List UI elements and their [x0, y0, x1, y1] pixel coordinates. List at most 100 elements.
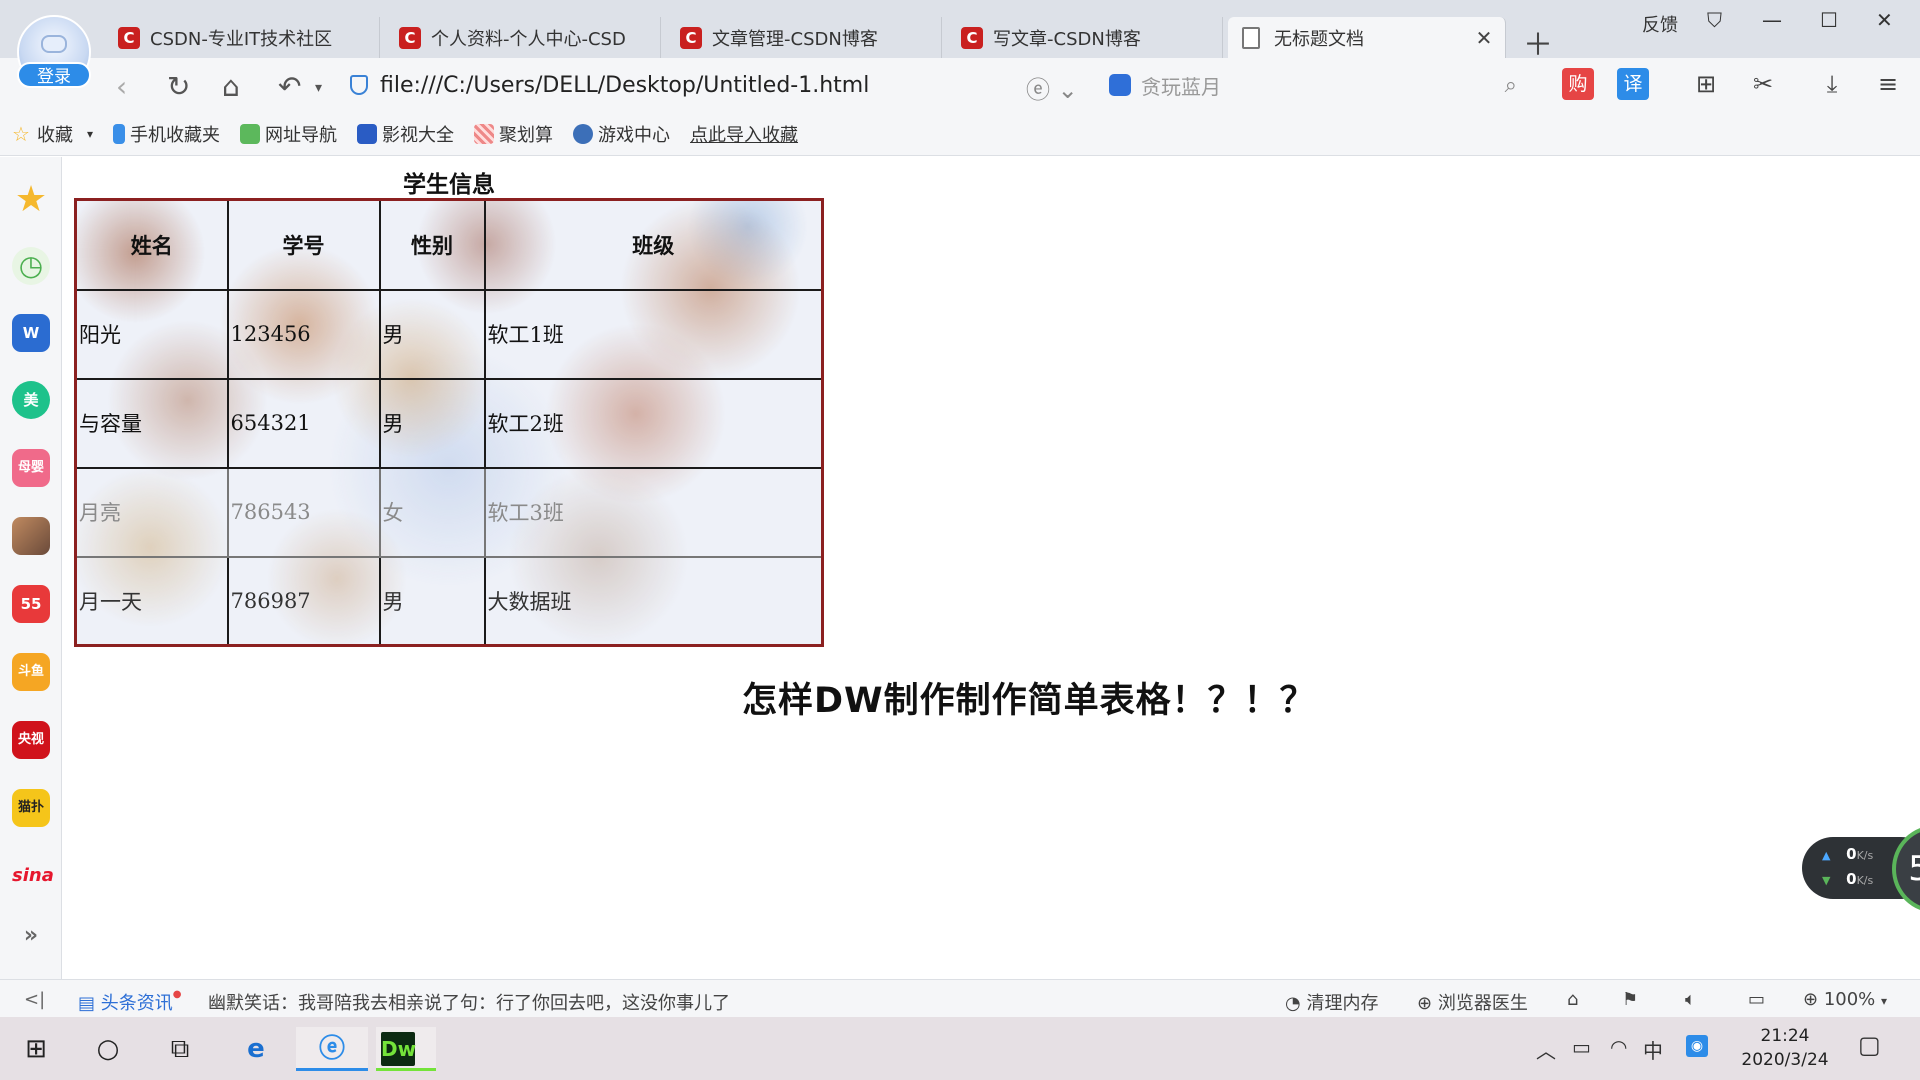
maopu-icon[interactable]: 猫扑: [12, 789, 50, 827]
table-row: 阳光 123456 男 软工1班: [74, 288, 824, 380]
network-speed-widget[interactable]: ▲ 0K/s ▼ 0K/s 56%: [1802, 825, 1920, 917]
zoom-icon: ⊕: [1803, 989, 1819, 1010]
expand-sidebar-icon[interactable]: »: [12, 917, 50, 955]
minimize-button[interactable]: —: [1762, 8, 1782, 32]
tab-untitled-document[interactable]: 无标题文档 ✕: [1228, 17, 1506, 58]
clear-memory-label: 清理内存: [1306, 993, 1379, 1014]
phone-icon: [113, 123, 126, 144]
sound-icon[interactable]: 🔈︎: [1685, 989, 1696, 1010]
search-placeholder: 贪玩蓝月: [1141, 74, 1221, 99]
news-feed[interactable]: ▤ 头条资讯●: [78, 989, 181, 1015]
news-headline[interactable]: 幽默笑话：我哥陪我去相亲说了句：行了你回去吧，这没你事儿了: [208, 989, 730, 1015]
task-view-icon[interactable]: ⧉: [158, 1027, 202, 1071]
dreamweaver-taskbar-button[interactable]: Dw: [376, 1027, 436, 1071]
table-header-row: 姓名 学号 性别 班级: [74, 198, 824, 291]
cctv-icon[interactable]: 央视: [12, 721, 50, 759]
login-button[interactable]: 登录: [17, 62, 91, 88]
screenshot-scissors-icon[interactable]: ✂: [1747, 68, 1779, 100]
browser-doctor-button[interactable]: ⊕ 浏览器医生: [1417, 989, 1528, 1015]
star-icon: ☆: [12, 121, 30, 146]
film-icon: [357, 123, 378, 144]
cell-gender: 男: [378, 555, 486, 647]
clear-memory-button[interactable]: ◔ 清理内存: [1285, 989, 1378, 1015]
bookmark-video[interactable]: 影视大全: [357, 121, 454, 147]
close-window-button[interactable]: ✕: [1876, 8, 1893, 32]
refresh-icon[interactable]: ↻: [167, 70, 190, 103]
csdn-icon: C: [399, 26, 421, 49]
collapse-sidebar-icon[interactable]: <|: [24, 989, 45, 1010]
windows-start-icon[interactable]: ⊞: [14, 1027, 58, 1071]
upload-speed: ▲ 0K/s: [1822, 845, 1873, 863]
download-icon[interactable]: ⤓: [1816, 68, 1848, 100]
chevron-down-icon[interactable]: ▾: [87, 127, 93, 141]
back-icon[interactable]: ‹: [116, 70, 127, 103]
document-icon: [1242, 26, 1260, 49]
dreamweaver-icon: Dw: [381, 1032, 416, 1066]
bookmark-label: 聚划算: [499, 124, 554, 146]
translate-icon[interactable]: 译: [1617, 68, 1649, 100]
battery-icon[interactable]: ▭: [1572, 1035, 1591, 1059]
cortana-search-icon[interactable]: ○: [86, 1027, 130, 1071]
tab-csdn-home[interactable]: C CSDN-专业IT技术社区: [104, 17, 380, 58]
feedback-button[interactable]: 反馈: [1642, 11, 1678, 37]
tab-article-manage[interactable]: C 文章管理-CSDN博客: [666, 17, 942, 58]
table-caption: 学生信息: [403, 171, 495, 198]
game-avatar-icon[interactable]: [12, 517, 50, 555]
bookmark-favorites[interactable]: ☆ 收藏 ▾: [12, 121, 93, 147]
windows-taskbar: ⊞ ○ ⧉ e ⓔ Dw ︿ ▭ ◠ 中 ◉ 21:24 2020/3/24 ▢: [0, 1017, 1920, 1080]
bookmark-nav[interactable]: 网址导航: [240, 121, 337, 147]
bookmark-game[interactable]: 游戏中心: [573, 121, 670, 147]
skin-icon[interactable]: ⛉: [1707, 8, 1722, 32]
doctor-icon: ⊕: [1417, 993, 1433, 1014]
tray-expand-icon[interactable]: ︿: [1536, 1035, 1556, 1064]
csdn-icon: C: [118, 26, 140, 49]
game-icon: [573, 123, 594, 144]
undo-dropdown-icon[interactable]: ▾: [315, 80, 322, 96]
notification-center-icon[interactable]: ▢: [1858, 1031, 1881, 1059]
cell-name: 阳光: [74, 288, 229, 380]
ie-compat-icon[interactable]: ⓔ ⌄: [1026, 70, 1078, 105]
sina-icon[interactable]: sina: [12, 857, 54, 895]
memory-percent: 56: [1908, 849, 1920, 889]
tab-bar: C CSDN-专业IT技术社区 C 个人资料-个人中心-CSD C 文章管理-C…: [0, 0, 1920, 63]
history-clock-icon[interactable]: ◷: [12, 247, 50, 285]
upload-value: 0: [1846, 845, 1857, 863]
zoom-control[interactable]: ⊕ 100% ▾: [1803, 989, 1887, 1010]
upload-arrow-icon: ▲: [1822, 849, 1831, 862]
user-tray-icon[interactable]: ◉: [1686, 1035, 1708, 1057]
import-bookmarks-link[interactable]: 点此导入收藏: [690, 121, 798, 147]
window-mode-icon[interactable]: ▭: [1748, 989, 1765, 1010]
app-55-icon[interactable]: 55: [12, 585, 50, 623]
favorites-star-icon[interactable]: ★: [12, 181, 50, 219]
search-icon[interactable]: ⌕: [1505, 73, 1517, 98]
browser-taskbar-icon[interactable]: ⓔ: [296, 1027, 368, 1071]
meituan-icon[interactable]: 美: [12, 381, 50, 419]
address-field[interactable]: file:///C:/Users/DELL/Desktop/Untitled-1…: [350, 66, 1088, 104]
close-tab-icon[interactable]: ✕: [1471, 26, 1497, 50]
adblock-icon[interactable]: ⚑: [1622, 989, 1638, 1010]
apps-grid-icon[interactable]: ⊞: [1690, 68, 1722, 100]
ime-indicator[interactable]: 中: [1643, 1035, 1663, 1064]
menu-icon[interactable]: ≡: [1872, 68, 1904, 100]
home-icon[interactable]: ⌂: [222, 70, 240, 103]
muying-icon[interactable]: 母婴: [12, 449, 50, 487]
system-clock[interactable]: 21:24 2020/3/24: [1730, 1024, 1840, 1072]
douyu-icon[interactable]: 斗鱼: [12, 653, 50, 691]
edge-browser-icon[interactable]: e: [234, 1027, 278, 1071]
table-row: 月一天 786987 男 大数据班: [74, 555, 824, 647]
search-field[interactable]: 贪玩蓝月 ⌕: [1105, 66, 1525, 104]
bookmark-mobile[interactable]: 手机收藏夹: [113, 121, 220, 147]
cell-student-id: 786987: [226, 555, 381, 647]
url-text: file:///C:/Users/DELL/Desktop/Untitled-1…: [380, 72, 870, 98]
tab-label: 个人资料-个人中心-CSD: [431, 28, 626, 50]
maximize-button[interactable]: ☐: [1820, 8, 1838, 32]
header-gender: 性别: [378, 198, 486, 291]
wifi-icon[interactable]: ◠: [1610, 1035, 1627, 1059]
bookmark-juhuasuan[interactable]: 聚划算: [474, 121, 553, 147]
tab-profile[interactable]: C 个人资料-个人中心-CSD: [385, 17, 661, 58]
tab-write-article[interactable]: C 写文章-CSDN博客: [947, 17, 1223, 58]
buy-icon[interactable]: 购: [1562, 68, 1594, 100]
cleaner-icon[interactable]: ⌂: [1567, 989, 1578, 1010]
undo-icon[interactable]: ↶: [278, 70, 301, 103]
word-icon[interactable]: W: [12, 314, 50, 352]
